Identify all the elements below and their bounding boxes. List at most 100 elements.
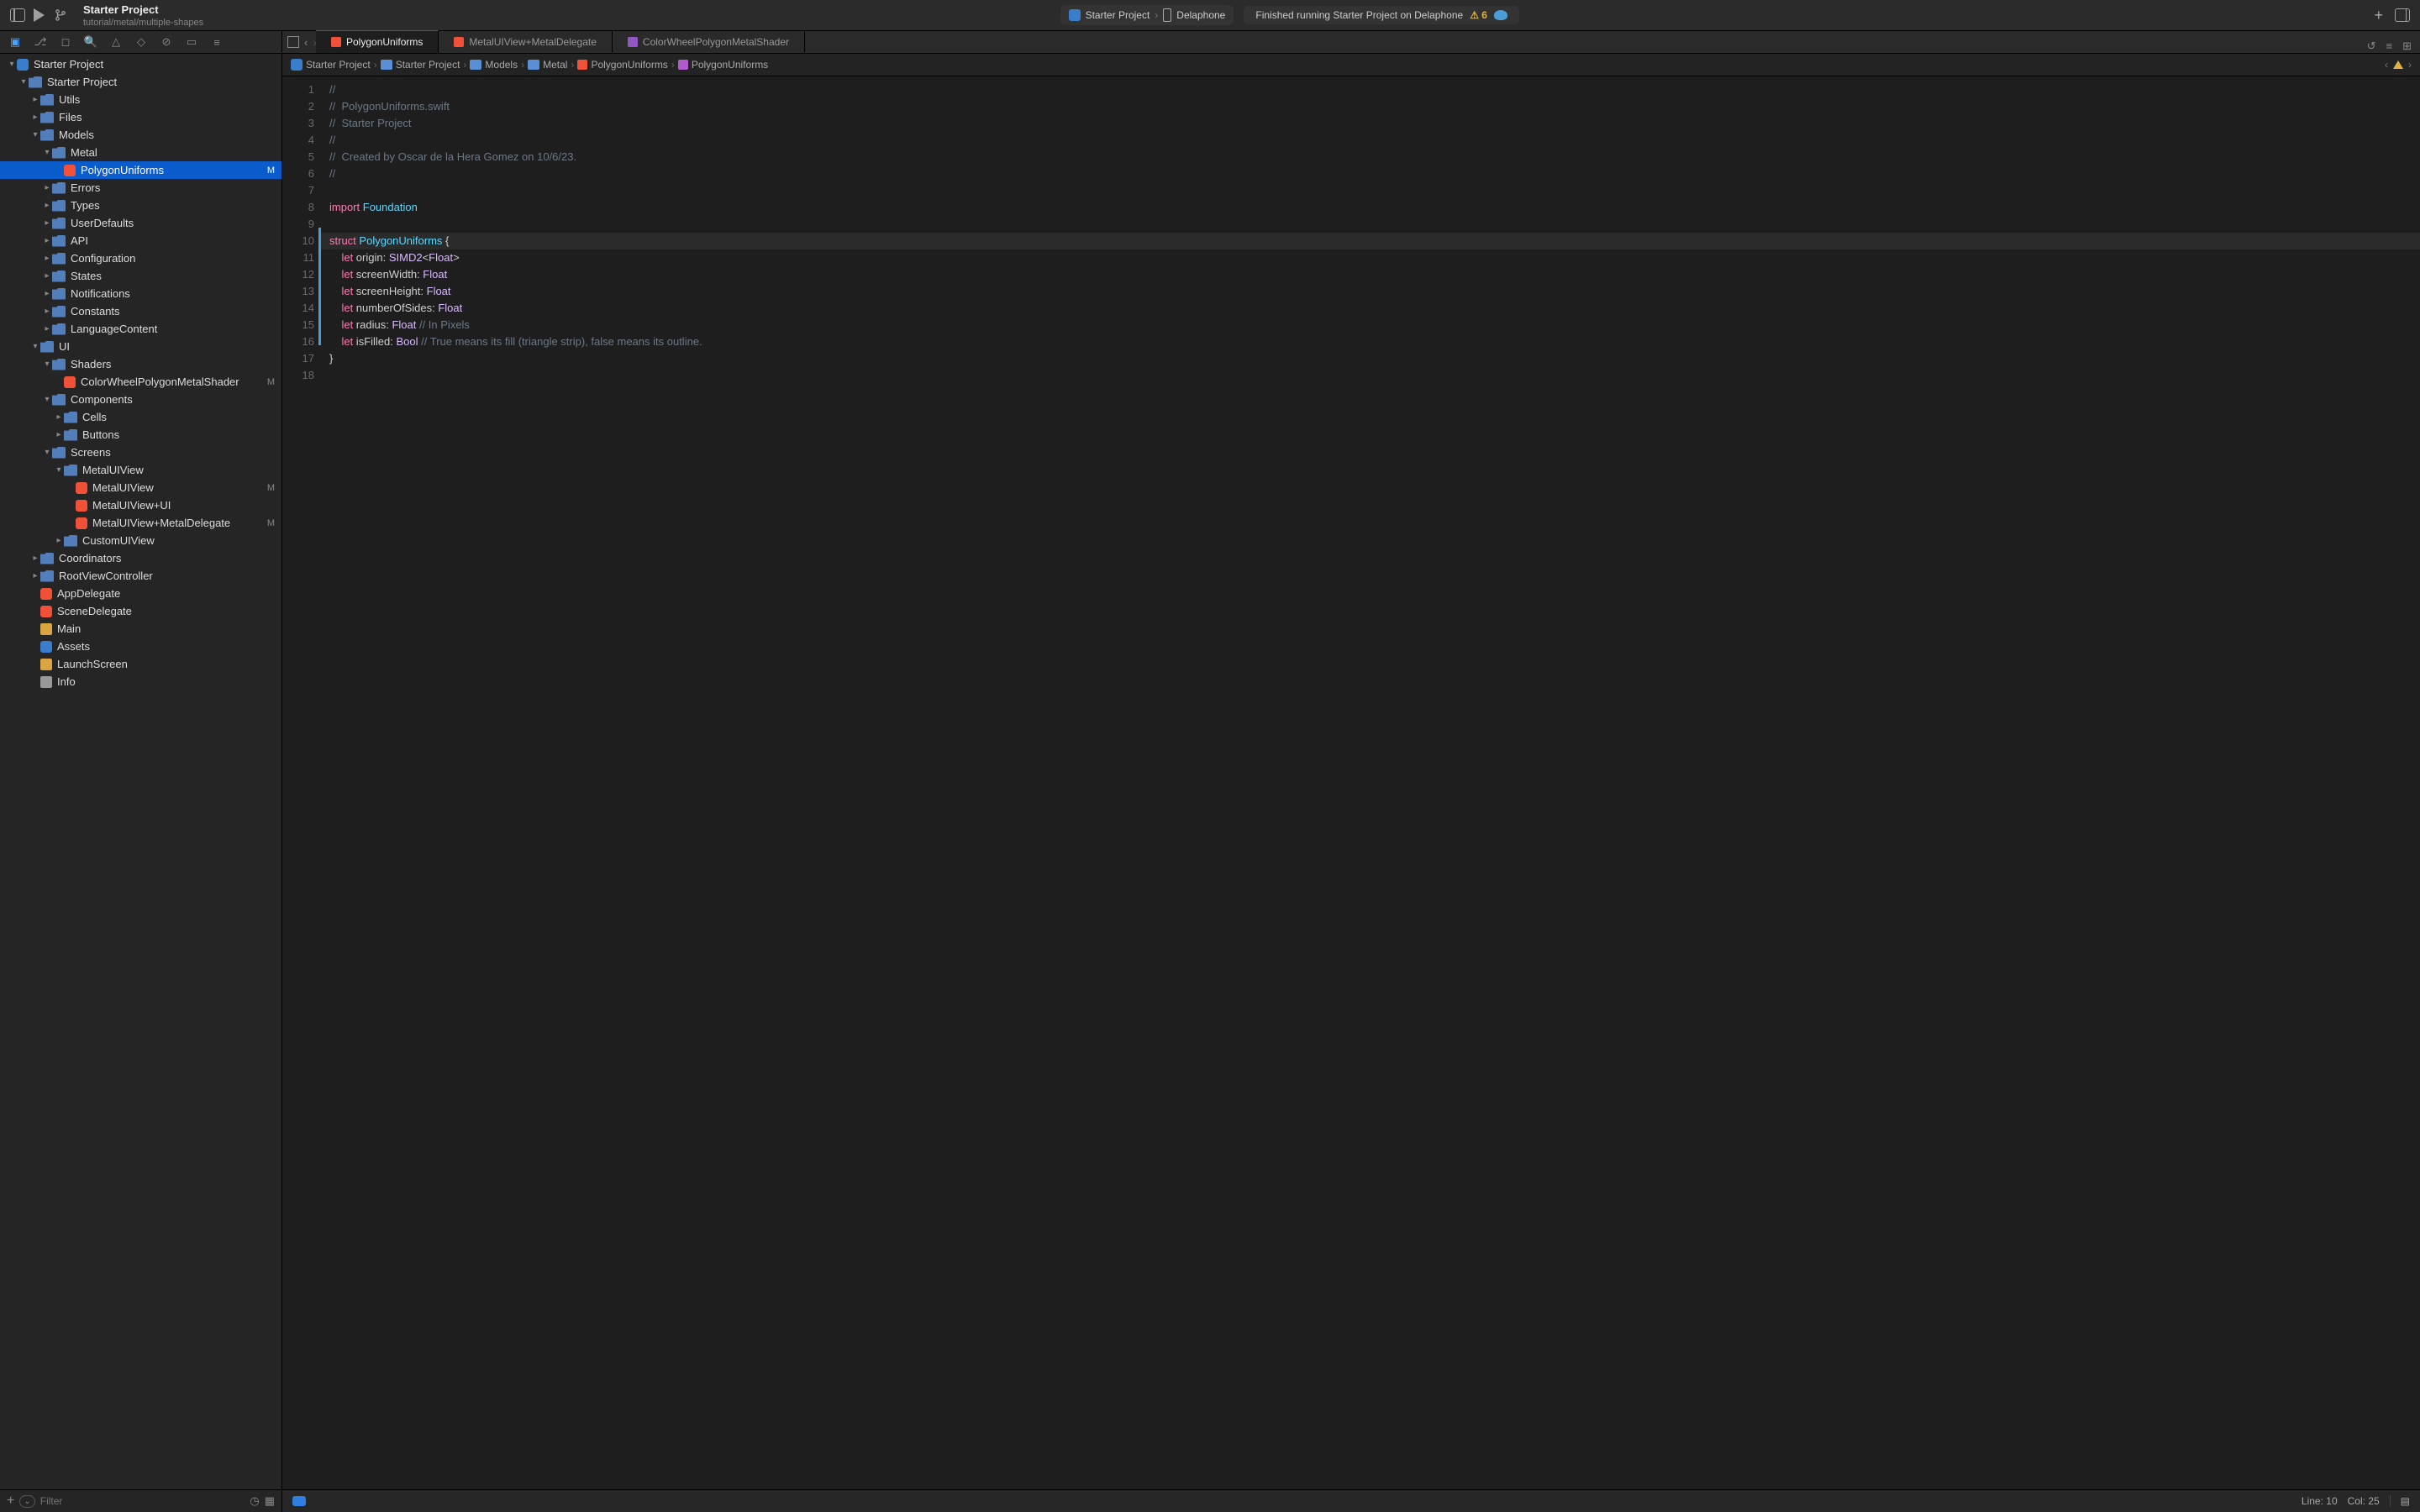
file-row[interactable]: ▾UI (0, 338, 281, 355)
line-number[interactable]: 13 (282, 283, 314, 300)
crumb[interactable]: Metal (543, 59, 567, 71)
code-line[interactable]: let screenHeight: Float (329, 283, 2420, 300)
disclosure-icon[interactable]: ▸ (30, 554, 40, 563)
add-button[interactable]: + (2374, 7, 2383, 24)
line-number[interactable]: 15 (282, 317, 314, 333)
crumb[interactable]: Models (485, 59, 518, 71)
find-navigator-icon[interactable]: 🔍 (84, 35, 97, 49)
file-row[interactable]: ▾Screens (0, 444, 281, 461)
file-row[interactable]: ▸Coordinators (0, 549, 281, 567)
file-row[interactable]: ▸Notifications (0, 285, 281, 302)
disclosure-icon[interactable]: ▸ (42, 183, 52, 192)
code-line[interactable]: struct PolygonUniforms { (321, 233, 2420, 249)
file-row[interactable]: ▸Utils (0, 91, 281, 108)
debug-navigator-icon[interactable]: ⊘ (160, 35, 173, 49)
editor-tab[interactable]: PolygonUniforms (316, 30, 439, 53)
line-number[interactable]: 12 (282, 266, 314, 283)
line-number[interactable]: 5 (282, 149, 314, 165)
code-line[interactable]: let radius: Float // In Pixels (329, 317, 2420, 333)
disclosure-icon[interactable]: ▾ (54, 465, 64, 475)
disclosure-icon[interactable]: ▸ (42, 218, 52, 228)
file-row[interactable]: Assets (0, 638, 281, 655)
code-line[interactable]: let isFilled: Bool // True means its fil… (329, 333, 2420, 350)
file-row[interactable]: ▸API (0, 232, 281, 249)
disclosure-icon[interactable]: ▸ (42, 254, 52, 263)
code-line[interactable]: import Foundation (329, 199, 2420, 216)
editor-tab[interactable]: MetalUIView+MetalDelegate (439, 30, 613, 53)
code-line[interactable]: // (329, 132, 2420, 149)
crumb[interactable]: PolygonUniforms (692, 59, 768, 71)
line-number[interactable]: 7 (282, 182, 314, 199)
disclosure-icon[interactable]: ▸ (42, 324, 52, 333)
file-row[interactable]: ▸Buttons (0, 426, 281, 444)
file-row[interactable]: ▸States (0, 267, 281, 285)
editor-options-icon[interactable]: ≡ (2386, 39, 2393, 53)
disclosure-icon[interactable]: ▸ (30, 113, 40, 122)
debug-area-toggle[interactable] (292, 1496, 306, 1506)
next-issue-icon[interactable]: › (2408, 59, 2412, 71)
disclosure-icon[interactable]: ▸ (54, 536, 64, 545)
file-row[interactable]: ▾Components (0, 391, 281, 408)
disclosure-icon[interactable]: ▾ (42, 448, 52, 457)
line-number[interactable]: 2 (282, 98, 314, 115)
add-files-button[interactable]: + (7, 1494, 14, 1509)
line-number[interactable]: 11 (282, 249, 314, 266)
file-row[interactable]: ▸LanguageContent (0, 320, 281, 338)
line-number[interactable]: 4 (282, 132, 314, 149)
disclosure-icon[interactable]: ▾ (18, 77, 29, 87)
file-row[interactable]: ▾MetalUIView (0, 461, 281, 479)
code-line[interactable] (329, 367, 2420, 384)
related-items-icon[interactable] (287, 36, 299, 48)
reports-navigator-icon[interactable]: ≡ (210, 35, 224, 49)
file-row[interactable]: ▸Types (0, 197, 281, 214)
code-line[interactable]: // Created by Oscar de la Hera Gomez on … (329, 149, 2420, 165)
add-editor-icon[interactable]: ⊞ (2402, 39, 2412, 53)
project-navigator-icon[interactable]: ▣ (8, 35, 22, 49)
disclosure-icon[interactable]: ▾ (30, 130, 40, 139)
recent-filter-icon[interactable]: ◷ (250, 1494, 259, 1508)
run-button[interactable] (34, 8, 45, 22)
minimap-toggle-icon[interactable]: ▤ (2401, 1495, 2410, 1507)
line-number[interactable]: 10 (282, 233, 314, 249)
disclosure-icon[interactable]: ▸ (30, 95, 40, 104)
line-number[interactable]: 14 (282, 300, 314, 317)
jump-bar[interactable]: Starter Project› Starter Project› Models… (282, 54, 2420, 76)
file-row[interactable]: ▾Metal (0, 144, 281, 161)
file-row[interactable]: ▸UserDefaults (0, 214, 281, 232)
file-row[interactable]: ▸Errors (0, 179, 281, 197)
bookmarks-navigator-icon[interactable]: ◻ (59, 35, 72, 49)
toggle-navigator-icon[interactable] (10, 8, 25, 22)
file-row[interactable]: MetalUIViewM (0, 479, 281, 496)
disclosure-icon[interactable]: ▸ (42, 271, 52, 281)
disclosure-icon[interactable]: ▾ (7, 60, 17, 69)
file-row[interactable]: SceneDelegate (0, 602, 281, 620)
disclosure-icon[interactable]: ▸ (30, 571, 40, 580)
line-number[interactable]: 16 (282, 333, 314, 350)
code-line[interactable]: let screenWidth: Float (329, 266, 2420, 283)
disclosure-icon[interactable]: ▸ (42, 289, 52, 298)
code-line[interactable]: } (329, 350, 2420, 367)
line-number[interactable]: 9 (282, 216, 314, 233)
branch-icon[interactable] (55, 9, 66, 21)
file-row[interactable]: ▸RootViewController (0, 567, 281, 585)
nav-back-icon[interactable]: ‹ (304, 36, 308, 49)
code-line[interactable]: let origin: SIMD2<Float> (329, 249, 2420, 266)
disclosure-icon[interactable]: ▸ (54, 430, 64, 439)
line-number[interactable]: 8 (282, 199, 314, 216)
activity-status[interactable]: Finished running Starter Project on Dela… (1244, 6, 1519, 24)
file-row[interactable]: ▾Starter Project (0, 55, 281, 73)
nav-forward-icon[interactable]: › (313, 36, 316, 49)
file-row[interactable]: ▾Starter Project (0, 73, 281, 91)
line-number[interactable]: 18 (282, 367, 314, 384)
file-row[interactable]: MetalUIView+MetalDelegateM (0, 514, 281, 532)
line-number[interactable]: 1 (282, 81, 314, 98)
disclosure-icon[interactable]: ▾ (42, 148, 52, 157)
file-row[interactable]: LaunchScreen (0, 655, 281, 673)
file-tree[interactable]: ▾Starter Project▾Starter Project▸Utils▸F… (0, 54, 281, 1489)
code-line[interactable]: // (329, 81, 2420, 98)
file-row[interactable]: ▸Constants (0, 302, 281, 320)
tests-navigator-icon[interactable]: ◇ (134, 35, 148, 49)
warning-icon[interactable] (2393, 60, 2403, 69)
line-number[interactable]: 6 (282, 165, 314, 182)
code-line[interactable] (329, 216, 2420, 233)
